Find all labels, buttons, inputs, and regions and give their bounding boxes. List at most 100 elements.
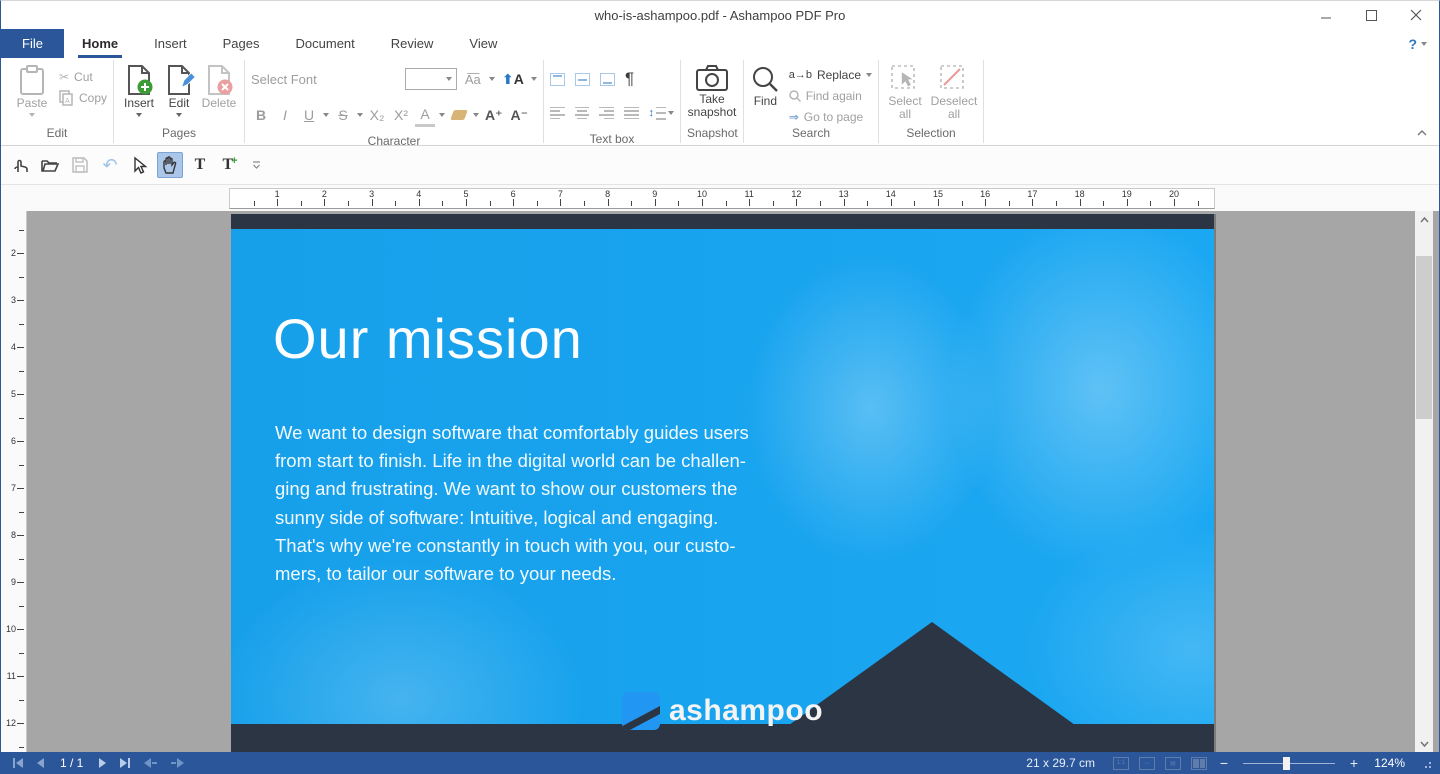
tab-pages[interactable]: Pages	[205, 29, 278, 58]
copy-button[interactable]: A Copy	[59, 90, 107, 106]
minimize-button[interactable]	[1304, 1, 1349, 29]
grow-font-button[interactable]: A⁺	[483, 103, 505, 127]
go-to-page-button[interactable]: ⇒ Go to page	[789, 110, 872, 124]
last-page-button[interactable]	[120, 758, 131, 768]
zoom-slider-thumb[interactable]	[1283, 756, 1290, 770]
subscript-button[interactable]: X₂	[367, 103, 387, 127]
add-text-button[interactable]: T +	[217, 152, 243, 178]
scroll-down-button[interactable]	[1415, 735, 1433, 752]
align-top-icon[interactable]	[550, 72, 565, 86]
ashampoo-logo-text: ashampoo	[668, 694, 824, 727]
formatting-marks-button[interactable]: ¶	[625, 69, 634, 89]
highlighter-icon	[450, 110, 468, 120]
tab-insert[interactable]: Insert	[136, 29, 205, 58]
hand-tool-button[interactable]	[157, 152, 183, 178]
align-left-icon[interactable]	[550, 106, 565, 120]
group-label-textbox: Text box	[589, 132, 635, 146]
first-page-button[interactable]	[13, 758, 23, 768]
zoom-slider[interactable]	[1243, 756, 1335, 770]
align-middle-icon[interactable]	[575, 72, 590, 86]
undo-button[interactable]: ↶	[97, 152, 123, 178]
italic-button[interactable]: I	[275, 103, 295, 127]
select-all-button[interactable]: Select all	[885, 62, 925, 121]
maximize-button[interactable]	[1349, 1, 1394, 29]
resize-grip[interactable]	[1421, 758, 1431, 768]
chevron-down-icon	[488, 77, 495, 81]
document-canvas[interactable]: 2 3 4 5 6 7 8 9 10 11 12 Our mission We want to de…	[1, 211, 1439, 752]
replace-icon: a→b	[788, 69, 812, 81]
scroll-up-button[interactable]	[1415, 211, 1433, 228]
ribbon: Paste ✂ Cut A Copy Edit Insert Edit Dele…	[1, 58, 1439, 148]
paste-button[interactable]: Paste	[13, 62, 51, 117]
insert-page-button[interactable]: Insert	[120, 62, 158, 117]
canvas-background	[1215, 211, 1415, 752]
deselect-all-button[interactable]: Deselect all	[931, 62, 977, 121]
scissors-icon: ✂	[58, 70, 70, 84]
tab-document[interactable]: Document	[278, 29, 373, 58]
zoom-out-button[interactable]: −	[1217, 755, 1231, 771]
strikethrough-button[interactable]: S	[333, 103, 353, 127]
group-character: Select Font A͞a ⬆ A B I U S X₂ X² A A⁺ A…	[245, 58, 543, 148]
bold-button[interactable]: B	[251, 103, 271, 127]
font-color-button[interactable]: A	[415, 103, 435, 127]
previous-view-button[interactable]	[144, 758, 158, 768]
window-title: who-is-ashampoo.pdf - Ashampoo PDF Pro	[594, 7, 846, 23]
change-case-button[interactable]: A͞a	[463, 67, 483, 91]
replace-button[interactable]: a→b Replace	[789, 68, 872, 82]
clipboard-icon	[19, 65, 45, 95]
cut-button[interactable]: ✂ Cut	[59, 70, 107, 84]
take-snapshot-button[interactable]: Take snapshot	[687, 62, 737, 119]
line-spacing-button[interactable]: ↕	[649, 106, 674, 120]
next-view-button[interactable]	[171, 758, 185, 768]
fit-page-button[interactable]: ▤	[1165, 756, 1181, 770]
zoom-in-button[interactable]: +	[1347, 755, 1361, 771]
find-button[interactable]: Find	[750, 62, 781, 108]
chevron-down-icon	[473, 113, 479, 117]
actual-size-button[interactable]: 1:1	[1113, 756, 1129, 770]
text-direction-button[interactable]: ⬆ A	[501, 67, 525, 91]
previous-page-button[interactable]	[37, 758, 44, 768]
tab-review[interactable]: Review	[373, 29, 452, 58]
tab-home[interactable]: Home	[64, 29, 136, 58]
group-separator	[983, 60, 984, 143]
chevron-down-icon	[136, 113, 142, 117]
align-right-icon[interactable]	[599, 106, 614, 120]
superscript-button[interactable]: X²	[391, 103, 411, 127]
slide-title: Our mission	[273, 307, 583, 370]
touch-mode-button[interactable]	[7, 152, 33, 178]
font-size-combo[interactable]	[404, 68, 457, 90]
justify-icon[interactable]	[623, 106, 639, 120]
fit-width-button[interactable]: ↔	[1139, 756, 1155, 770]
toolbar-overflow-button[interactable]	[247, 152, 265, 178]
save-button[interactable]	[67, 152, 93, 178]
delete-page-button[interactable]: Delete	[200, 62, 238, 110]
collapse-ribbon-button[interactable]	[1417, 123, 1427, 141]
undo-icon: ↶	[102, 155, 118, 175]
two-page-view-button[interactable]	[1191, 756, 1207, 770]
tab-file[interactable]: File	[1, 29, 64, 58]
edit-page-button[interactable]: Edit	[160, 62, 198, 117]
vertical-scrollbar[interactable]	[1415, 211, 1433, 752]
find-again-button[interactable]: Find again	[788, 89, 872, 103]
close-button[interactable]	[1394, 1, 1439, 29]
tab-view[interactable]: View	[451, 29, 515, 58]
chevron-down-icon	[176, 113, 182, 117]
chevron-down-icon	[445, 77, 452, 81]
pdf-page[interactable]: Our mission We want to design software t…	[231, 214, 1214, 752]
edit-text-button[interactable]: T	[187, 152, 213, 178]
page-indicator[interactable]: 1 / 1	[60, 756, 83, 770]
open-file-button[interactable]	[37, 152, 63, 178]
help-button[interactable]: ?	[1408, 29, 1439, 58]
align-bottom-icon[interactable]	[600, 72, 615, 86]
search-icon	[751, 65, 779, 93]
align-center-icon[interactable]	[574, 106, 590, 120]
next-page-button[interactable]	[99, 758, 107, 768]
shrink-font-button[interactable]: A⁻	[509, 103, 531, 127]
chevron-down-icon	[531, 77, 537, 81]
highlight-button[interactable]	[449, 103, 469, 127]
slide-body-text: We want to design software that comforta…	[275, 422, 749, 585]
underline-button[interactable]: U	[299, 103, 319, 127]
select-tool-button[interactable]	[127, 152, 153, 178]
scrollbar-thumb[interactable]	[1416, 256, 1432, 419]
font-name-field[interactable]: Select Font	[251, 72, 399, 87]
